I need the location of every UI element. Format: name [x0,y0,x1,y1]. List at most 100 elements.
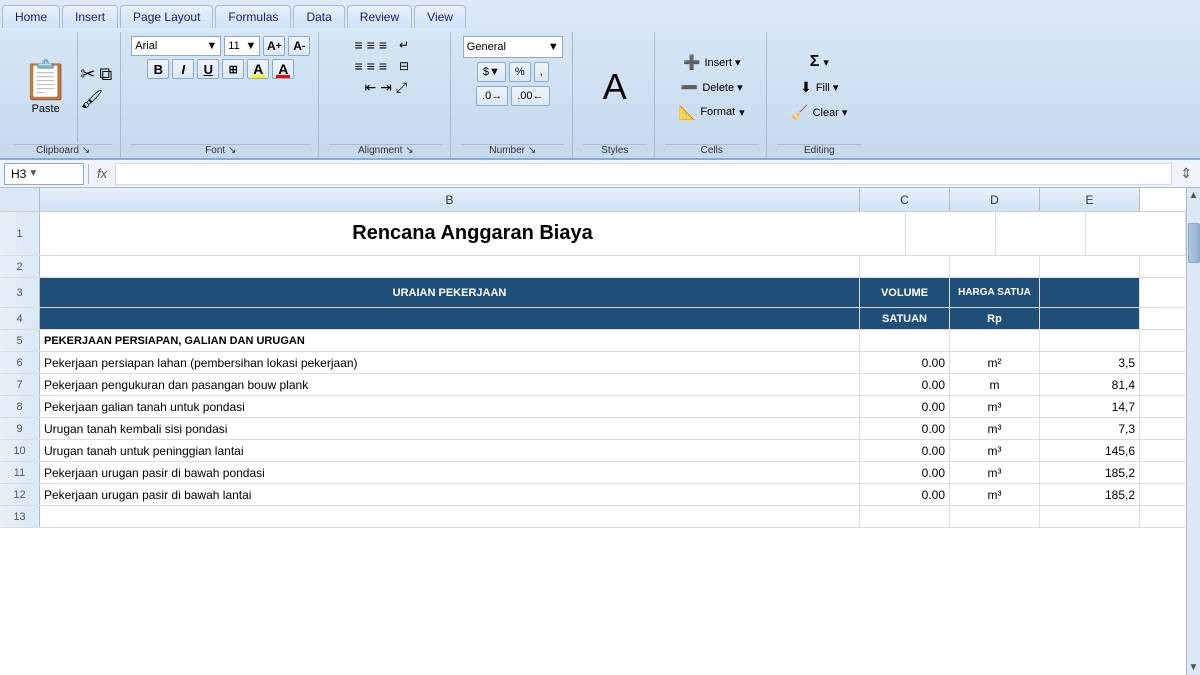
cell-5c[interactable] [860,330,950,351]
section-header-5[interactable]: PEKERJAAN PERSIAPAN, GALIAN DAN URUGAN [40,330,860,351]
header-uraian[interactable]: URAIAN PEKERJAAN [40,278,860,307]
col-header-d[interactable]: D [950,188,1040,211]
decrease-font-btn[interactable]: A- [288,36,310,56]
cell-6c[interactable]: 0.00 [860,352,950,373]
subheader-rp[interactable]: Rp [950,308,1040,329]
cell-11b[interactable]: Pekerjaan urugan pasir di bawah pondasi [40,462,860,483]
bold-button[interactable]: B [147,59,169,79]
cell-10d[interactable]: m³ [950,440,1040,461]
delete-btn[interactable]: ➖ Delete ▾ [677,76,747,98]
align-top-left-btn[interactable]: ≡ [354,36,364,54]
cell-8b[interactable]: Pekerjaan galian tanah untuk pondasi [40,396,860,417]
scroll-thumb[interactable] [1188,223,1200,263]
formula-input[interactable] [115,163,1172,185]
underline-button[interactable]: U [197,59,219,79]
expand-formula-bar-btn[interactable]: ⇕ [1176,165,1196,182]
cell-6b[interactable]: Pekerjaan persiapan lahan (pembersihan l… [40,352,860,373]
subheader-e[interactable] [1040,308,1140,329]
cell-2c[interactable] [860,256,950,277]
cell-2b[interactable] [40,256,860,277]
wrap-text-btn[interactable]: ↵ [390,36,418,54]
tab-page-layout[interactable]: Page Layout [120,5,213,28]
tab-home[interactable]: Home [2,5,60,28]
align-center-btn[interactable]: ≡ [366,57,376,75]
increase-indent-btn[interactable]: ⇥ [379,78,393,97]
paste-button[interactable]: 📋 Paste [14,32,78,142]
cell-12e[interactable]: 185,2 [1040,484,1140,505]
cell-10b[interactable]: Urugan tanah untuk peninggian lantai [40,440,860,461]
cell-2d[interactable] [950,256,1040,277]
cell-12d[interactable]: m³ [950,484,1040,505]
cell-6e[interactable]: 3,5 [1040,352,1140,373]
cell-9e[interactable]: 7,3 [1040,418,1140,439]
cell-11e[interactable]: 185,2 [1040,462,1140,483]
cell-10c[interactable]: 0.00 [860,440,950,461]
cell-5e[interactable] [1040,330,1140,351]
align-left-btn[interactable]: ≡ [354,57,364,75]
format-btn[interactable]: 📐 Format ▾ [675,101,749,123]
cell-10e[interactable]: 145,6 [1040,440,1140,461]
align-top-center-btn[interactable]: ≡ [366,36,376,54]
header-e[interactable] [1040,278,1140,307]
cell-7d[interactable]: m [950,374,1040,395]
font-color-highlight-btn[interactable]: A [247,59,269,79]
scroll-up-arrow[interactable]: ▲ [1187,188,1200,203]
comma-btn[interactable]: , [534,62,549,82]
cut-icon[interactable]: ✂ [80,64,95,85]
font-name-dropdown[interactable]: Arial ▼ [131,36,221,56]
cell-reference-box[interactable]: H3 ▼ [4,163,84,185]
cell-8c[interactable]: 0.00 [860,396,950,417]
cell-6d[interactable]: m² [950,352,1040,373]
vertical-scrollbar[interactable]: ▲ ▼ [1186,188,1200,675]
cell-13e[interactable] [1040,506,1140,527]
tab-review[interactable]: Review [347,5,412,28]
subheader-b[interactable] [40,308,860,329]
cell-13d[interactable] [950,506,1040,527]
text-direction-btn[interactable]: ⤢ [395,78,408,97]
copy-icon[interactable]: ⧉ [99,64,112,85]
increase-font-btn[interactable]: A+ [263,36,285,56]
autosum-btn[interactable]: Σ ▾ [806,51,833,73]
font-color-btn[interactable]: A [272,59,294,79]
cell-13b[interactable] [40,506,860,527]
col-header-e[interactable]: E [1040,188,1140,211]
title-cell[interactable]: Rencana Anggaran Biaya [40,212,906,255]
cell-5d[interactable] [950,330,1040,351]
cell-9b[interactable]: Urugan tanah kembali sisi pondasi [40,418,860,439]
align-top-right-btn[interactable]: ≡ [378,36,388,54]
cell-8d[interactable]: m³ [950,396,1040,417]
cell-12b[interactable]: Pekerjaan urugan pasir di bawah lantai [40,484,860,505]
percent-btn[interactable]: % [509,62,531,82]
cell-7b[interactable]: Pekerjaan pengukuran dan pasangan bouw p… [40,374,860,395]
cell-12c[interactable]: 0.00 [860,484,950,505]
tab-formulas[interactable]: Formulas [215,5,291,28]
cell-9c[interactable]: 0.00 [860,418,950,439]
cell-9d[interactable]: m³ [950,418,1040,439]
cell-11d[interactable]: m³ [950,462,1040,483]
cell-7c[interactable]: 0.00 [860,374,950,395]
scroll-down-arrow[interactable]: ▼ [1187,660,1200,675]
decrease-indent-btn[interactable]: ⇤ [363,78,377,97]
font-size-dropdown[interactable]: 11 ▼ [224,36,260,56]
cell-8e[interactable]: 14,7 [1040,396,1140,417]
cell-2e[interactable] [1040,256,1140,277]
border-btn[interactable]: ⊞ [222,59,244,79]
decrease-decimal-btn[interactable]: .0→ [476,86,508,106]
merge-btn[interactable]: ⊟ [390,57,418,75]
col-header-c[interactable]: C [860,188,950,211]
align-right-btn[interactable]: ≡ [378,57,388,75]
conditional-formatting-btn[interactable]: A [603,66,627,108]
col-header-b[interactable]: B [40,188,860,211]
clear-btn[interactable]: 🧹 Clear ▾ [787,101,851,123]
tab-view[interactable]: View [414,5,466,28]
increase-decimal-btn[interactable]: .00← [511,86,549,106]
subheader-satuan[interactable]: SATUAN [860,308,950,329]
insert-btn[interactable]: ➕ Insert ▾ [679,51,745,73]
cell-13c[interactable] [860,506,950,527]
fill-btn[interactable]: ⬇ Fill ▾ [796,76,842,98]
currency-btn[interactable]: $▼ [477,62,506,82]
cell-7e[interactable]: 81,4 [1040,374,1140,395]
header-harga[interactable]: HARGA SATUA [950,278,1040,307]
header-volume[interactable]: VOLUME [860,278,950,307]
cell-11c[interactable]: 0.00 [860,462,950,483]
